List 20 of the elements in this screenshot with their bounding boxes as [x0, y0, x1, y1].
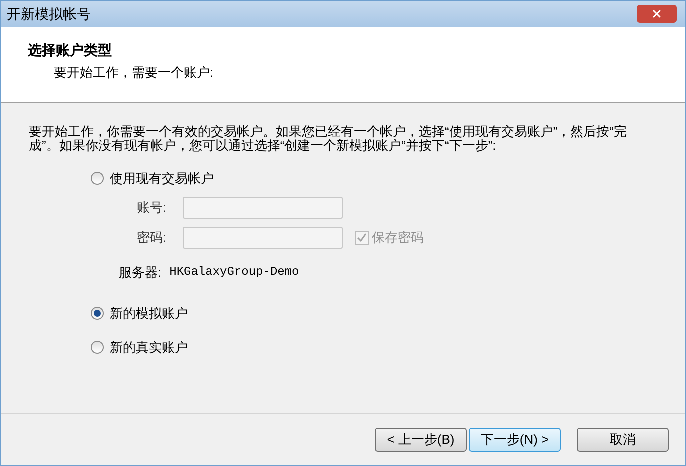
close-button[interactable]: [637, 5, 677, 23]
description-text: 要开始工作，你需要一个有效的交易帐户。如果您已经有一个帐户，选择“使用现有交易账户”，然后按“完成”。如果你没有现有帐户，您可以通过选择“创建一个新模拟账户”并按下“下一步”:: [29, 125, 628, 153]
radio-button[interactable]: [91, 340, 104, 354]
window-title: 开新模拟帐号: [7, 4, 91, 24]
header-title: 选择账户类型: [28, 41, 113, 60]
radio-button[interactable]: [91, 172, 104, 186]
check-icon: [357, 232, 367, 242]
header-subtitle: 要开始工作，需要一个账户:: [53, 64, 215, 82]
dialog-button[interactable]: < 上一步(B): [375, 428, 467, 452]
server-value: HKGalaxyGroup-Demo: [170, 264, 300, 282]
dialog-button[interactable]: 取消: [577, 428, 669, 452]
radio-label[interactable]: 新的真实账户: [110, 338, 188, 357]
radio-label[interactable]: 使用现有交易帐户: [110, 169, 214, 188]
close-icon: [651, 8, 663, 20]
dialog-button[interactable]: 下一步(N) >: [469, 428, 561, 452]
radio-label[interactable]: 新的模拟账户: [110, 304, 188, 324]
radio-button[interactable]: [91, 307, 104, 320]
server-label: 服务器:: [119, 264, 162, 282]
field-label: 密码:: [137, 228, 168, 247]
field-label: 账号:: [137, 198, 168, 217]
